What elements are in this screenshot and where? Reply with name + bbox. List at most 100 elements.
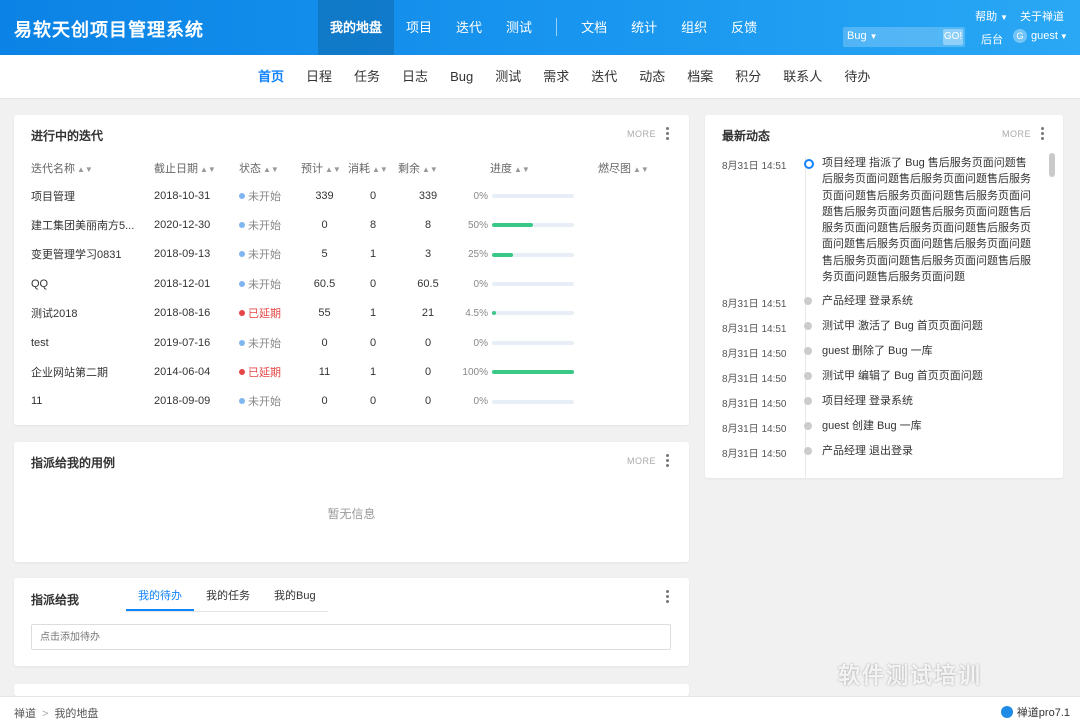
iteration-left: 60.5 — [398, 269, 458, 298]
iteration-burndown — [598, 240, 658, 269]
progress-percent: 25% — [462, 249, 488, 260]
progress-bar — [492, 311, 574, 315]
kebab-menu-icon[interactable] — [666, 454, 670, 468]
tab-my-todo[interactable]: 我的待办 — [126, 586, 194, 611]
timeline-text[interactable]: 项目经理 登录系统 — [822, 393, 1037, 410]
iteration-name-link[interactable]: 变更管理学习0831 — [31, 240, 154, 269]
subnav-schedule[interactable]: 日程 — [306, 55, 332, 99]
table-row[interactable]: 变更管理学习08312018-09-13未开始51325% — [31, 240, 658, 269]
timeline-dot-icon — [804, 347, 812, 355]
timeline-text[interactable]: 测试甲 编辑了 Bug 首页页面问题 — [822, 368, 1037, 385]
col-burndown[interactable]: 燃尽图▲▼ — [598, 155, 658, 181]
subnav-contacts[interactable]: 联系人 — [783, 55, 822, 99]
about-link[interactable]: 关于禅道 — [1020, 8, 1064, 24]
search-go-button[interactable]: GO! — [943, 29, 963, 45]
subnav-bug[interactable]: Bug — [450, 55, 473, 99]
progress-percent: 4.5% — [462, 308, 488, 319]
user-name: guest — [1031, 30, 1058, 42]
subnav-log[interactable]: 日志 — [402, 55, 428, 99]
subnav-story[interactable]: 需求 — [543, 55, 569, 99]
search-type-select[interactable]: Bug ▼ — [847, 30, 878, 42]
table-row[interactable]: 企业网站第二期2014-06-04已延期1110100% — [31, 357, 658, 386]
timeline-text[interactable]: guest 删除了 Bug 一库 — [822, 343, 1037, 360]
dynamics-panel: 最新动态 MORE 8月31日 14:51项目经理 指派了 Bug 售后服务页面… — [705, 115, 1063, 478]
col-date[interactable]: 截止日期▲▼ — [154, 155, 239, 181]
iteration-name-link[interactable]: 企业网站第二期 — [31, 357, 154, 386]
nav-iteration[interactable]: 迭代 — [444, 0, 494, 55]
backend-link[interactable]: 后台 — [981, 31, 1003, 47]
table-row[interactable]: 项目管理2018-10-31未开始33903390% — [31, 181, 658, 210]
timeline-dot-icon — [804, 297, 812, 305]
tab-my-task[interactable]: 我的任务 — [194, 586, 262, 611]
iteration-status: 未开始 — [239, 387, 301, 416]
subnav-score[interactable]: 积分 — [735, 55, 761, 99]
subnav-iteration[interactable]: 迭代 — [591, 55, 617, 99]
iteration-name-link[interactable]: QQ — [31, 269, 154, 298]
more-link[interactable]: MORE — [1002, 129, 1031, 139]
timeline-item: 8月31日 14:51产品经理 登录系统 — [722, 293, 1042, 310]
timeline-text[interactable]: 产品经理 退出登录 — [822, 443, 1037, 460]
col-progress[interactable]: 进度▲▼ — [458, 155, 598, 181]
iteration-name-link[interactable]: 建工集团美丽南方5... — [31, 210, 154, 239]
iteration-left: 339 — [398, 181, 458, 210]
tab-my-bug[interactable]: 我的Bug — [262, 586, 328, 611]
timeline-text[interactable]: 测试甲 激活了 Bug 首页页面问题 — [822, 318, 1037, 335]
status-dot-icon — [239, 281, 245, 287]
nav-my[interactable]: 我的地盘 — [318, 0, 394, 55]
iteration-name-link[interactable]: test — [31, 328, 154, 357]
kebab-menu-icon[interactable] — [1041, 127, 1045, 141]
nav-stats[interactable]: 统计 — [619, 0, 669, 55]
subnav-profile[interactable]: 档案 — [687, 55, 713, 99]
iteration-estimate: 0 — [301, 210, 348, 239]
subnav-dynamic[interactable]: 动态 — [639, 55, 665, 99]
search-input[interactable] — [883, 28, 941, 46]
iteration-status: 已延期 — [239, 357, 301, 386]
iteration-name-link[interactable]: 项目管理 — [31, 181, 154, 210]
subnav-home[interactable]: 首页 — [258, 55, 284, 99]
iteration-left: 0 — [398, 357, 458, 386]
nav-project[interactable]: 项目 — [394, 0, 444, 55]
version-info[interactable]: 禅道pro7.1 — [1001, 704, 1070, 720]
add-todo-input[interactable] — [31, 624, 671, 650]
crumb-current[interactable]: 我的地盘 — [54, 708, 98, 720]
crumb-home[interactable]: 禅道 — [14, 708, 36, 720]
more-link[interactable]: MORE — [627, 456, 656, 466]
subnav-todo[interactable]: 待办 — [844, 55, 870, 99]
timeline-dot-icon — [804, 397, 812, 405]
col-left[interactable]: 剩余▲▼ — [398, 155, 458, 181]
col-consumed[interactable]: 消耗▲▼ — [348, 155, 398, 181]
iteration-left: 21 — [398, 299, 458, 328]
nav-org[interactable]: 组织 — [669, 0, 719, 55]
iteration-deadline: 2020-12-30 — [154, 210, 239, 239]
table-row[interactable]: 112018-09-09未开始0000% — [31, 387, 658, 416]
col-status[interactable]: 状态▲▼ — [239, 155, 301, 181]
col-name[interactable]: 迭代名称▲▼ — [31, 155, 154, 181]
subnav-test[interactable]: 测试 — [495, 55, 521, 99]
timeline-text[interactable]: 产品经理 登录系统 — [822, 293, 1037, 310]
kebab-menu-icon[interactable] — [666, 127, 670, 141]
status-text: 已延期 — [248, 308, 281, 320]
nav-test[interactable]: 测试 — [494, 0, 544, 55]
timeline-text[interactable]: guest 创建 Bug 一库 — [822, 418, 1037, 435]
col-estimate[interactable]: 预计▲▼ — [301, 155, 348, 181]
top-links: 帮助▼ 关于禅道 — [975, 8, 1064, 24]
kebab-menu-icon[interactable] — [666, 590, 670, 604]
scrollbar[interactable] — [1049, 153, 1055, 177]
timeline-text[interactable]: 项目经理 指派了 Bug 售后服务页面问题售后服务页面问题售后服务页面问题售后服… — [822, 155, 1037, 285]
user-menu[interactable]: G guest▼ — [1013, 29, 1068, 43]
more-link[interactable]: MORE — [627, 129, 656, 139]
app-brand[interactable]: 易软天创项目管理系统 — [14, 16, 204, 42]
table-row[interactable]: 建工集团美丽南方5...2020-12-30未开始08850% — [31, 210, 658, 239]
iteration-name-link[interactable]: 测试2018 — [31, 299, 154, 328]
table-row[interactable]: test2019-07-16未开始0000% — [31, 328, 658, 357]
nav-doc[interactable]: 文档 — [569, 0, 619, 55]
subnav-task[interactable]: 任务 — [354, 55, 380, 99]
table-row[interactable]: 测试20182018-08-16已延期551214.5% — [31, 299, 658, 328]
table-row[interactable]: QQ2018-12-01未开始60.5060.50% — [31, 269, 658, 298]
watermark: 软件测试培训 — [838, 658, 982, 690]
help-menu[interactable]: 帮助▼ — [975, 8, 1008, 24]
iteration-deadline: 2014-06-04 — [154, 357, 239, 386]
iteration-name-link[interactable]: 11 — [31, 387, 154, 416]
progress-percent: 0% — [462, 396, 488, 407]
nav-feedback[interactable]: 反馈 — [719, 0, 769, 55]
